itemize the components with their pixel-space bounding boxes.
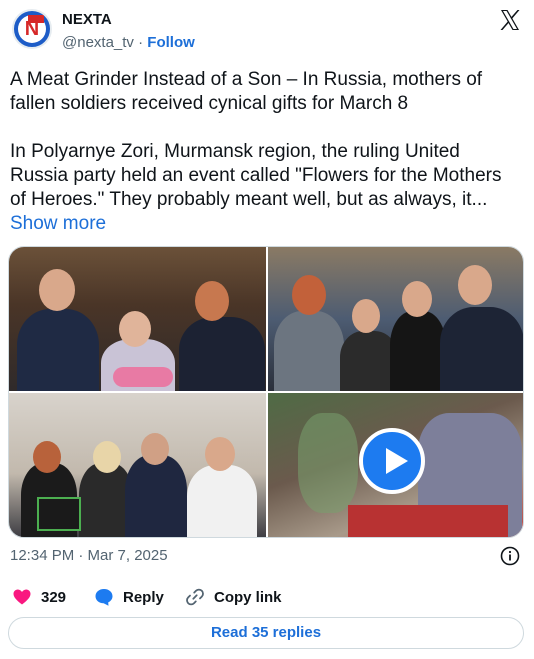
copy-link-button[interactable]: Copy link xyxy=(185,584,282,610)
flower-vase xyxy=(298,413,358,513)
read-replies-button[interactable]: Read 35 replies xyxy=(8,617,524,649)
flowers-bouquet xyxy=(113,367,173,387)
x-logo-icon[interactable] xyxy=(498,8,522,32)
reply-label: Reply xyxy=(123,588,164,606)
show-more-link[interactable]: Show more xyxy=(10,213,106,234)
person-head xyxy=(402,281,432,317)
author-avatar[interactable]: N xyxy=(12,9,52,49)
media-photo-3[interactable] xyxy=(9,393,266,537)
media-grid xyxy=(8,246,524,538)
likes-count: 329 xyxy=(41,588,67,606)
tweet-timestamp[interactable]: 12:34 PM · Mar 7, 2025 xyxy=(10,547,168,564)
reply-button[interactable]: Reply xyxy=(94,584,164,610)
heart-icon xyxy=(13,589,31,605)
media-photo-2[interactable] xyxy=(268,247,523,391)
person-figure xyxy=(440,307,523,391)
info-icon[interactable] xyxy=(500,546,520,566)
person-head xyxy=(33,441,61,473)
media-video[interactable] xyxy=(268,393,523,537)
person-figure xyxy=(187,465,257,537)
person-figure xyxy=(274,311,344,391)
follow-button[interactable]: Follow xyxy=(147,34,195,51)
person-head xyxy=(458,265,492,305)
person-figure xyxy=(390,311,446,391)
gift-box xyxy=(37,497,81,531)
person-head xyxy=(292,275,326,315)
person-head xyxy=(205,437,235,471)
tweet-headline: A Meat Grinder Instead of a Son – In Rus… xyxy=(10,69,483,114)
copy-link-label: Copy link xyxy=(214,588,282,606)
author-name[interactable]: NEXTA xyxy=(62,11,112,28)
tweet-text: A Meat Grinder Instead of a Son – In Rus… xyxy=(10,68,520,236)
author-handle-row: @nexta_tv · Follow xyxy=(62,34,195,51)
person-head xyxy=(39,269,75,311)
person-figure xyxy=(125,455,187,537)
media-photo-1[interactable] xyxy=(9,247,266,391)
like-button[interactable]: 329 xyxy=(12,584,66,610)
person-head xyxy=(141,433,169,465)
person-head xyxy=(352,299,380,333)
tweet-body: In Polyarnye Zori, Murmansk region, the … xyxy=(10,140,520,236)
action-bar: 329 Reply Copy link xyxy=(0,584,534,610)
tweet-body-text: In Polyarnye Zori, Murmansk region, the … xyxy=(10,141,502,210)
reply-bubble-icon xyxy=(95,589,113,606)
author-handle[interactable]: @nexta_tv xyxy=(62,34,134,51)
person-figure xyxy=(17,309,99,391)
person-head xyxy=(119,311,151,347)
link-icon xyxy=(186,588,204,606)
person-head xyxy=(195,281,229,321)
play-icon xyxy=(386,448,408,474)
tablecloth xyxy=(348,505,508,537)
separator-dot: · xyxy=(138,34,144,51)
tweet-header: N NEXTA @nexta_tv · Follow xyxy=(0,0,534,62)
person-figure xyxy=(179,317,265,391)
person-head xyxy=(93,441,121,473)
avatar-letter: N xyxy=(24,18,40,40)
play-button[interactable] xyxy=(359,428,425,494)
avatar-logo: N xyxy=(18,15,46,43)
